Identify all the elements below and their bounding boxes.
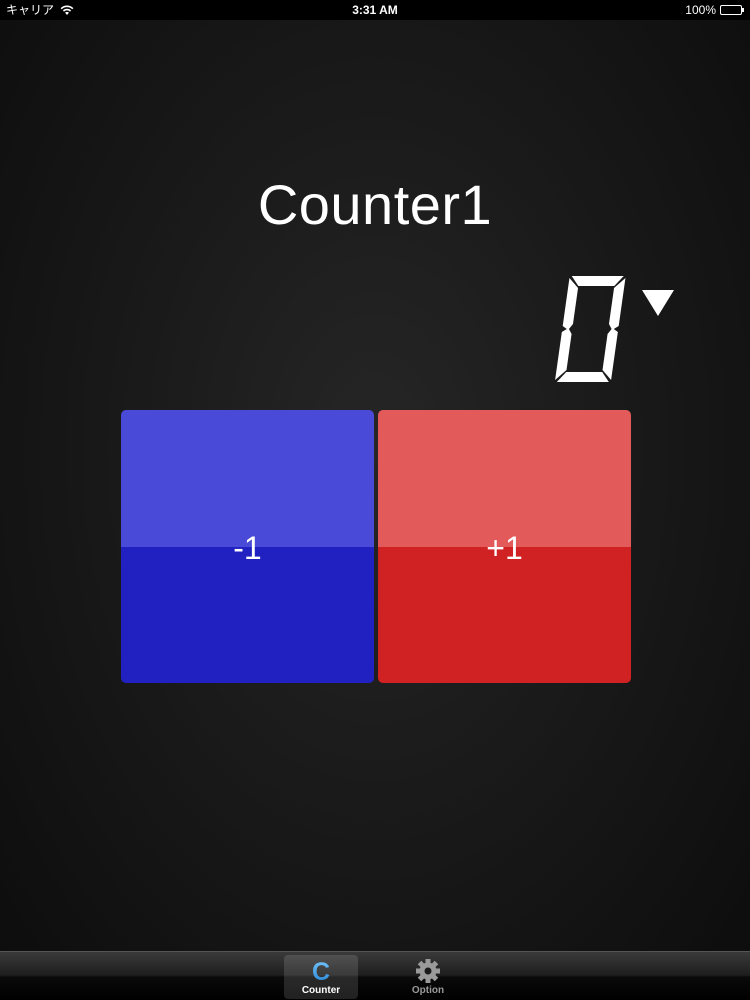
battery-icon: [720, 5, 744, 15]
increment-button[interactable]: +1: [378, 410, 631, 683]
tab-option[interactable]: Option: [391, 955, 465, 999]
digit-segment-g: [568, 324, 613, 334]
tab-option-label: Option: [411, 985, 445, 996]
increment-button-top: [378, 410, 631, 547]
digit-segment-a: [571, 276, 624, 286]
svg-text:C: C: [312, 958, 330, 984]
counter-value-display: [555, 276, 626, 382]
status-bar: キャリア 3:31 AM 100%: [0, 0, 750, 20]
counter-title: Counter1: [257, 173, 493, 236]
tab-bar: C Counter Option: [0, 951, 750, 1000]
digit-segment-d: [556, 372, 609, 382]
tab-counter[interactable]: C Counter: [284, 955, 358, 999]
decrement-button-label: -1: [233, 530, 262, 566]
gear-icon: [416, 959, 440, 983]
app-screen: キャリア 3:31 AM 100% Counter1 -1 +1 C Count…: [0, 0, 750, 1000]
status-time: 3:31 AM: [352, 3, 398, 17]
increment-button-label: +1: [486, 530, 523, 566]
digit-segment-f: [562, 278, 579, 330]
decrement-button-top: [121, 410, 374, 547]
battery-percentage: 100%: [685, 3, 716, 17]
tab-counter-label: Counter: [301, 985, 341, 996]
triangle-down-icon[interactable]: [642, 290, 674, 316]
status-right: 100%: [685, 0, 744, 20]
decrement-button[interactable]: -1: [121, 410, 374, 683]
digit-segment-c: [602, 328, 618, 380]
seven-segment-digit: [555, 276, 626, 382]
c-letter-icon: C: [312, 958, 330, 984]
